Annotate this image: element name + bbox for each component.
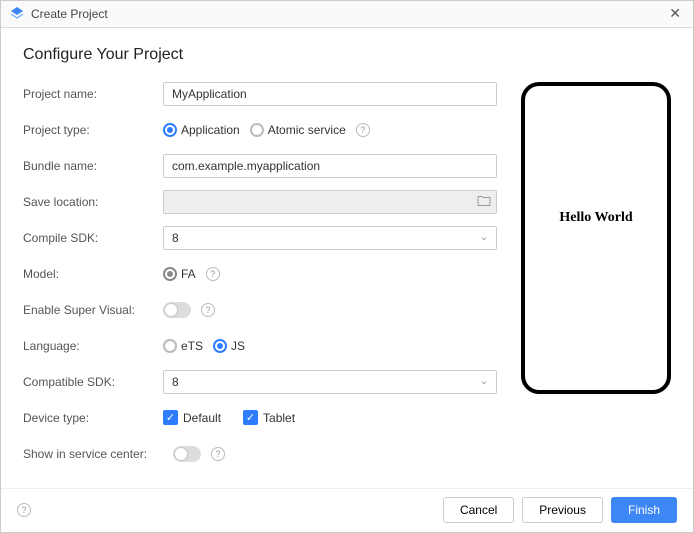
compatible-sdk-value: 8 [172,375,179,389]
checkbox-tablet-label: Tablet [263,411,295,425]
dialog-content: Configure Your Project Project name: Pro… [1,28,693,488]
radio-fa-label: FA [181,267,196,281]
radio-application-label: Application [181,123,240,137]
project-name-input[interactable] [163,82,497,106]
label-compatible-sdk: Compatible SDK: [23,375,163,389]
label-bundle-name: Bundle name: [23,159,163,173]
radio-application[interactable]: Application [163,123,240,137]
help-icon[interactable]: ? [17,503,31,517]
help-icon[interactable]: ? [211,447,225,461]
dialog-footer: ? Cancel Previous Finish [1,488,693,532]
radio-ets-label: eTS [181,339,203,353]
titlebar: Create Project ✕ [1,1,693,28]
checkbox-default-label: Default [183,411,221,425]
label-language: Language: [23,339,163,353]
help-icon[interactable]: ? [201,303,215,317]
close-icon[interactable]: ✕ [665,5,685,22]
create-project-dialog: Create Project ✕ Configure Your Project … [0,0,694,533]
help-icon[interactable]: ? [356,123,370,137]
save-location-input[interactable] [163,190,497,214]
preview-text: Hello World [559,210,632,226]
window-title: Create Project [31,7,665,21]
checkbox-default[interactable]: ✓ [163,410,178,425]
label-device-type: Device type: [23,411,163,425]
compatible-sdk-select[interactable]: 8 ⌄ [163,370,497,394]
label-model: Model: [23,267,163,281]
radio-js[interactable]: JS [213,339,245,353]
page-heading: Configure Your Project [23,46,671,64]
radio-model-fa[interactable]: FA [163,267,196,281]
service-center-toggle[interactable] [173,446,201,462]
radio-js-label: JS [231,339,245,353]
folder-icon[interactable] [477,194,491,209]
device-preview: Hello World [521,82,671,394]
radio-atomic-label: Atomic service [268,123,346,137]
cancel-button[interactable]: Cancel [443,497,514,523]
radio-ets[interactable]: eTS [163,339,203,353]
previous-button[interactable]: Previous [522,497,603,523]
compile-sdk-select[interactable]: 8 ⌄ [163,226,497,250]
checkbox-tablet[interactable]: ✓ [243,410,258,425]
help-icon[interactable]: ? [206,267,220,281]
radio-atomic-service[interactable]: Atomic service [250,123,346,137]
compile-sdk-value: 8 [172,231,179,245]
finish-button[interactable]: Finish [611,497,677,523]
chevron-down-icon: ⌄ [480,376,488,387]
chevron-down-icon: ⌄ [480,232,488,243]
label-super-visual: Enable Super Visual: [23,303,163,317]
label-compile-sdk: Compile SDK: [23,231,163,245]
super-visual-toggle[interactable] [163,302,191,318]
label-project-type: Project type: [23,123,163,137]
label-service-center: Show in service center: [23,447,173,461]
app-logo-icon [9,6,25,22]
label-save-location: Save location: [23,195,163,209]
bundle-name-input[interactable] [163,154,497,178]
label-project-name: Project name: [23,87,163,101]
